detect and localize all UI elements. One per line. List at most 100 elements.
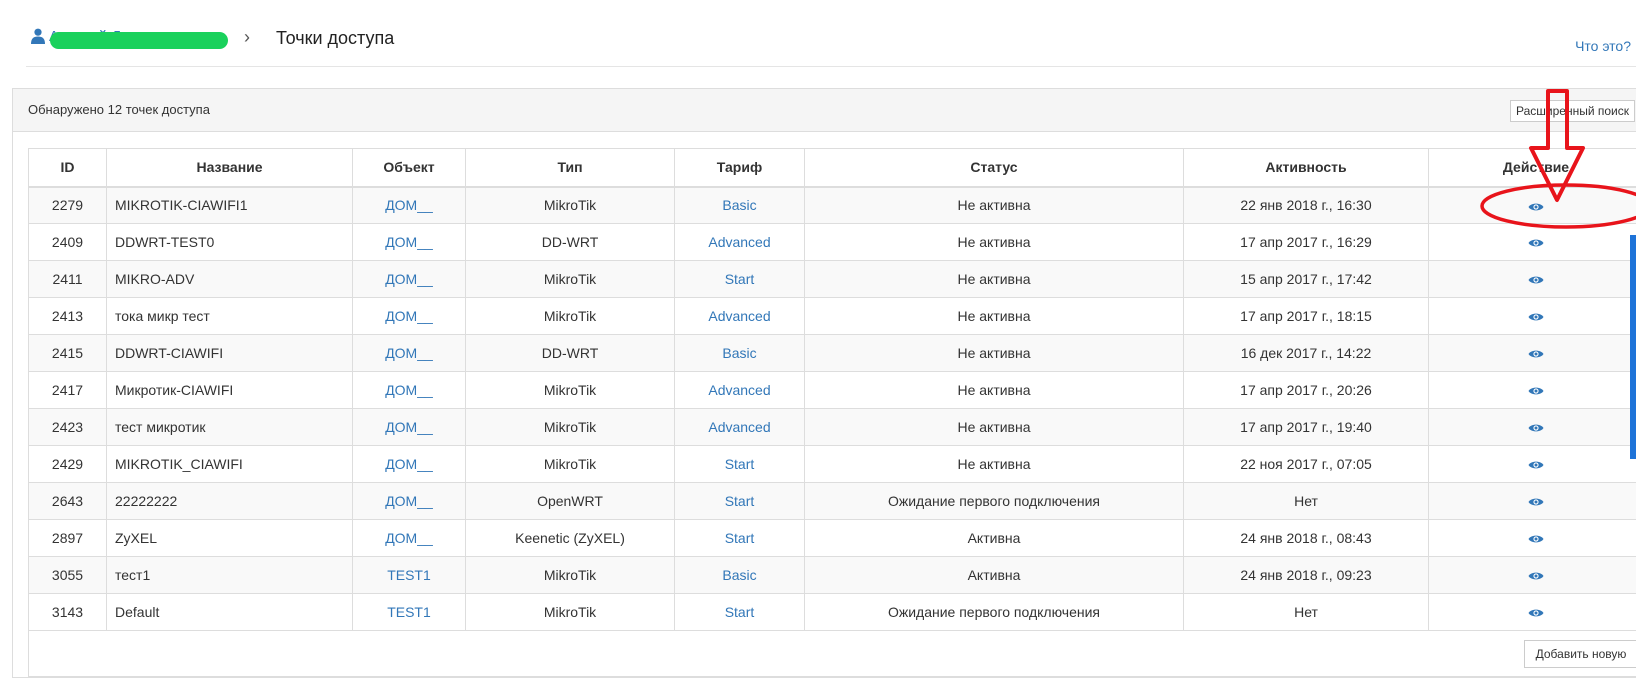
tariff-link[interactable]: Start: [725, 530, 755, 546]
cell-activity: 17 апр 2017 г., 18:15: [1183, 297, 1429, 335]
eye-icon[interactable]: [1528, 496, 1544, 508]
cell-activity: 17 апр 2017 г., 19:40: [1183, 408, 1429, 446]
eye-icon[interactable]: [1528, 533, 1544, 545]
cell-id: 2413: [28, 297, 107, 335]
cell-tariff: Start: [674, 445, 805, 483]
user-icon: [31, 28, 45, 44]
tariff-link[interactable]: Start: [725, 493, 755, 509]
tariff-link[interactable]: Basic: [722, 197, 756, 213]
panel-heading: Обнаружено 12 точек доступа Расширенный …: [13, 89, 1636, 132]
col-header-object[interactable]: Объект: [352, 148, 466, 188]
col-header-tariff[interactable]: Тариф: [674, 148, 805, 188]
tariff-link[interactable]: Advanced: [708, 234, 770, 250]
page: Алексей Д › Точки доступа Что это? Обнар…: [0, 0, 1636, 696]
object-link[interactable]: ДОМ__: [385, 197, 433, 213]
cell-status: Активна: [804, 519, 1184, 557]
header: Алексей Д › Точки доступа Что это?: [0, 0, 1636, 68]
cell-tariff: Start: [674, 482, 805, 520]
cell-status: Не активна: [804, 297, 1184, 335]
tariff-link[interactable]: Start: [725, 604, 755, 620]
eye-icon[interactable]: [1528, 459, 1544, 471]
object-link[interactable]: ДОМ__: [385, 308, 433, 324]
col-header-name[interactable]: Название: [106, 148, 353, 188]
tariff-link[interactable]: Basic: [722, 567, 756, 583]
object-link[interactable]: ДОМ__: [385, 271, 433, 287]
object-link[interactable]: ДОМ__: [385, 456, 433, 472]
eye-icon[interactable]: [1528, 311, 1544, 323]
help-link[interactable]: Что это?: [1575, 38, 1631, 54]
cell-name: DDWRT-TEST0: [106, 223, 353, 261]
cell-tariff: Advanced: [674, 371, 805, 409]
tariff-link[interactable]: Start: [725, 271, 755, 287]
cell-object: ДОМ__: [352, 519, 466, 557]
eye-icon[interactable]: [1528, 274, 1544, 286]
cell-status: Ожидание первого подключения: [804, 593, 1184, 631]
tariff-link[interactable]: Basic: [722, 345, 756, 361]
object-link[interactable]: ДОМ__: [385, 234, 433, 250]
eye-icon[interactable]: [1528, 237, 1544, 249]
add-new-button[interactable]: Добавить новую: [1524, 640, 1636, 668]
cell-status: Активна: [804, 556, 1184, 594]
col-header-id[interactable]: ID: [28, 148, 107, 188]
advanced-search-button[interactable]: Расширенный поиск: [1510, 100, 1635, 122]
cell-type: Keenetic (ZyXEL): [465, 519, 675, 557]
cell-status: Не активна: [804, 445, 1184, 483]
table-row: 2429 MIKROTIK_CIAWIFI ДОМ__ MikroTik Start Не…: [28, 445, 1636, 483]
breadcrumb-separator: ›: [244, 27, 250, 47]
eye-icon[interactable]: [1528, 607, 1544, 619]
object-link[interactable]: ДОМ__: [385, 493, 433, 509]
object-link[interactable]: TEST1: [387, 567, 431, 583]
object-link[interactable]: ДОМ__: [385, 382, 433, 398]
cell-status: Не активна: [804, 408, 1184, 446]
cell-action: [1428, 408, 1636, 446]
col-header-type[interactable]: Тип: [465, 148, 675, 188]
header-divider: [26, 66, 1636, 67]
col-header-activity[interactable]: Активность: [1183, 148, 1429, 188]
object-link[interactable]: ДОМ__: [385, 419, 433, 435]
col-header-status[interactable]: Статус: [804, 148, 1184, 188]
object-link[interactable]: ДОМ__: [385, 530, 433, 546]
table-row: 2409 DDWRT-TEST0 ДОМ__ DD-WRT Advanced Не акт…: [28, 223, 1636, 261]
cell-activity: 15 апр 2017 г., 17:42: [1183, 260, 1429, 298]
cell-type: MikroTik: [465, 186, 675, 224]
cell-id: 3143: [28, 593, 107, 631]
cell-name: MIKRO-ADV: [106, 260, 353, 298]
tariff-link[interactable]: Start: [725, 456, 755, 472]
eye-icon[interactable]: [1528, 385, 1544, 397]
tariff-link[interactable]: Advanced: [708, 419, 770, 435]
object-link[interactable]: TEST1: [387, 604, 431, 620]
eye-icon[interactable]: [1528, 422, 1544, 434]
object-link[interactable]: ДОМ__: [385, 345, 433, 361]
scroll-indicator[interactable]: [1630, 235, 1636, 459]
cell-action: [1428, 556, 1636, 594]
cell-activity: Нет: [1183, 593, 1429, 631]
cell-id: 2415: [28, 334, 107, 372]
eye-icon[interactable]: [1528, 348, 1544, 360]
cell-id: 2423: [28, 408, 107, 446]
eye-icon[interactable]: [1528, 570, 1544, 582]
cell-object: ДОМ__: [352, 408, 466, 446]
cell-id: 2897: [28, 519, 107, 557]
cell-action: [1428, 371, 1636, 409]
cell-name: 22222222: [106, 482, 353, 520]
cell-tariff: Basic: [674, 186, 805, 224]
cell-status: Не активна: [804, 371, 1184, 409]
cell-activity: 24 янв 2018 г., 09:23: [1183, 556, 1429, 594]
cell-name: Default: [106, 593, 353, 631]
tariff-link[interactable]: Advanced: [708, 308, 770, 324]
cell-activity: Нет: [1183, 482, 1429, 520]
table-row: 2643 22222222 ДОМ__ OpenWRT Start Ожидание пе…: [28, 482, 1636, 520]
eye-icon[interactable]: [1528, 201, 1544, 213]
table-row: 2411 MIKRO-ADV ДОМ__ MikroTik Start Не активн…: [28, 260, 1636, 298]
cell-object: ДОМ__: [352, 297, 466, 335]
found-count-text: Обнаружено 12 точек доступа: [28, 102, 210, 117]
cell-id: 2643: [28, 482, 107, 520]
cell-action: [1428, 223, 1636, 261]
tariff-link[interactable]: Advanced: [708, 382, 770, 398]
cell-name: ZyXEL: [106, 519, 353, 557]
cell-type: MikroTik: [465, 593, 675, 631]
access-points-panel: Обнаружено 12 точек доступа Расширенный …: [12, 88, 1636, 678]
cell-action: [1428, 260, 1636, 298]
page-title: Точки доступа: [276, 28, 395, 48]
cell-id: 2409: [28, 223, 107, 261]
